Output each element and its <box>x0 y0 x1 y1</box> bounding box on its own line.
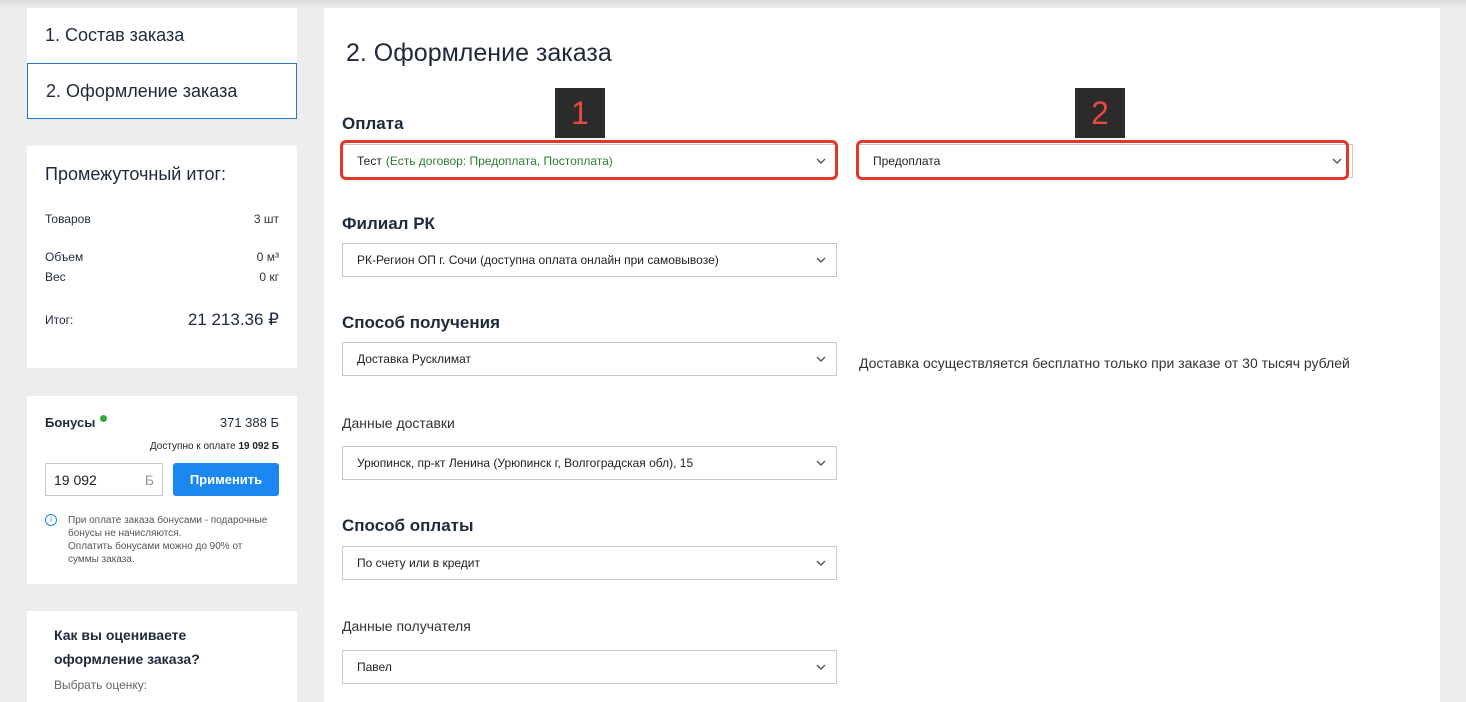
chevron-down-icon <box>816 257 826 263</box>
volume-value: 0 м³ <box>256 250 279 264</box>
paymethod-value: По счету или в кредит <box>357 556 480 570</box>
delivery-note: Доставка осуществляется бесплатно только… <box>859 355 1350 371</box>
bonus-available-value: 19 092 Б <box>238 441 279 452</box>
recipient-value: Павел <box>357 660 392 674</box>
delivery-value: Урюпинск, пр-кт Ленина (Урюпинск г, Волг… <box>357 456 694 470</box>
branch-value: РК-Регион ОП г. Сочи (доступна оплата он… <box>357 253 719 267</box>
subtotal-title: Промежуточный итог: <box>45 164 227 184</box>
total-label: Итог: <box>45 313 74 327</box>
step-order-contents[interactable]: 1. Состав заказа <box>45 25 184 46</box>
chevron-down-icon <box>816 356 826 362</box>
bonus-amount-input[interactable]: 19 092 Б <box>45 463 163 496</box>
payment-label: Оплата <box>342 114 404 133</box>
bonus-available-prefix: Доступно к оплате <box>149 441 236 452</box>
goods-label: Товаров <box>45 212 91 226</box>
delivery-address-select[interactable]: Урюпинск, пр-кт Ленина (Урюпинск г, Волг… <box>342 446 837 480</box>
paymethod-label: Способ оплаты <box>342 516 474 535</box>
rating-panel: Как вы оцениваете оформление заказа? Выб… <box>27 611 297 702</box>
top-shadow <box>0 0 1466 8</box>
bonus-info-line1: При оплате заказа бонусами - подарочные … <box>68 515 268 539</box>
bonus-label-wrap: Бонусы <box>45 415 108 430</box>
goods-row: Товаров 3 шт <box>45 212 279 226</box>
rating-choose-label: Выбрать оценку: <box>54 678 148 692</box>
chevron-down-icon <box>816 664 826 670</box>
receive-method-select[interactable]: Доставка Русклимат <box>342 342 837 376</box>
highlight-box-2 <box>856 140 1349 180</box>
recipient-select[interactable]: Павел <box>342 650 837 684</box>
delivery-label: Данные доставки <box>342 415 455 431</box>
highlight-box-1 <box>340 140 838 180</box>
bonus-info: i При оплате заказа бонусами - подарочны… <box>45 514 275 566</box>
chevron-down-icon <box>816 560 826 566</box>
bonus-amount-value: 19 092 <box>54 472 97 488</box>
page-title: 2. Оформление заказа <box>346 39 612 67</box>
bonus-balance: 371 388 Б <box>219 415 279 430</box>
apply-bonus-button[interactable]: Применить <box>173 463 279 496</box>
annotation-badge-1: 1 <box>555 88 605 138</box>
total-row: Итог: 21 213.36 ₽ <box>45 310 279 330</box>
bonus-label: Бонусы <box>45 415 96 430</box>
annotation-badge-2: 2 <box>1075 88 1125 138</box>
bonus-info-line2: Оплатить бонусами можно до 90% от суммы … <box>68 541 243 565</box>
step-checkout-label: 2. Оформление заказа <box>46 81 238 101</box>
weight-row: Вес 0 кг <box>45 270 279 284</box>
volume-label: Объем <box>45 250 84 264</box>
bonus-header: Бонусы 371 388 Б <box>45 415 279 430</box>
subtotal-panel: Промежуточный итог: Товаров 3 шт Объем 0… <box>27 146 297 368</box>
volume-row: Объем 0 м³ <box>45 250 279 264</box>
total-value: 21 213.36 ₽ <box>187 310 279 329</box>
rating-question: Как вы оцениваете оформление заказа? <box>54 627 200 667</box>
bonus-currency: Б <box>144 472 154 488</box>
payment-method-select[interactable]: По счету или в кредит <box>342 546 837 580</box>
goods-value: 3 шт <box>253 212 279 226</box>
recipient-label: Данные получателя <box>342 618 471 634</box>
receive-label: Способ получения <box>342 313 500 332</box>
weight-label: Вес <box>45 270 66 284</box>
bonus-coin-icon <box>100 415 108 422</box>
branch-select[interactable]: РК-Регион ОП г. Сочи (доступна оплата он… <box>342 243 837 277</box>
bonus-available: Доступно к оплате 19 092 Б <box>150 441 279 452</box>
bonus-panel: Бонусы 371 388 Б Доступно к оплате 19 09… <box>27 396 297 584</box>
info-icon: i <box>45 514 57 526</box>
checkout-steps: 1. Состав заказа 2. Оформление заказа <box>27 8 297 119</box>
weight-value: 0 кг <box>259 270 279 284</box>
step-checkout-active[interactable]: 2. Оформление заказа <box>27 63 297 119</box>
branch-label: Филиал РК <box>342 214 435 233</box>
receive-value: Доставка Русклимат <box>357 352 471 366</box>
chevron-down-icon <box>816 460 826 466</box>
checkout-form: 2. Оформление заказа Оплата Тест (Есть д… <box>324 8 1440 702</box>
